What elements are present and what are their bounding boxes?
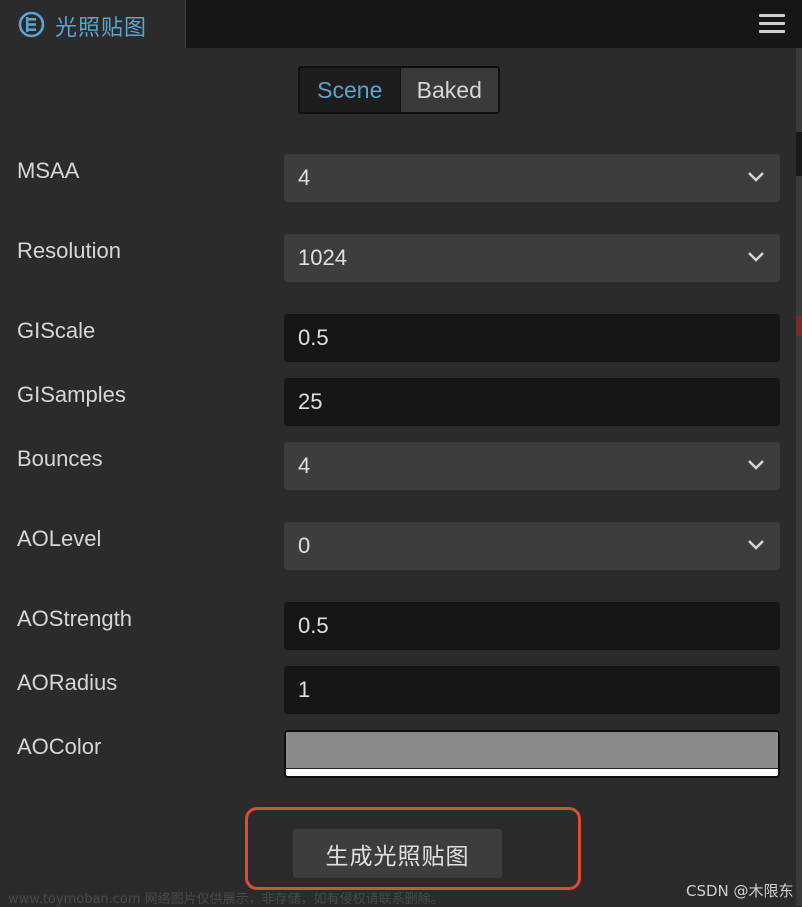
watermark-left: www.toymoban.com 网络图片仅供展示，非存储，如有侵权请联系删除。 — [8, 892, 444, 907]
gi-samples-value: 25 — [298, 389, 323, 414]
ao-level-label: AOLevel — [17, 526, 102, 551]
mode-baked-button[interactable]: Baked — [400, 68, 498, 112]
resolution-label: Resolution — [17, 238, 121, 263]
tab-bar-empty — [185, 0, 802, 48]
hamburger-menu-icon[interactable] — [759, 14, 785, 36]
resolution-select[interactable]: 1024 — [284, 234, 780, 282]
scrollbar[interactable] — [796, 48, 802, 906]
ao-color-picker[interactable] — [284, 730, 780, 778]
ao-strength-value: 0.5 — [298, 613, 329, 638]
ao-strength-input[interactable]: 0.5 — [284, 602, 780, 650]
lightmap-icon — [18, 11, 45, 38]
tab-title: 光照贴图 — [55, 16, 148, 41]
ao-radius-label: AORadius — [17, 670, 118, 695]
bounces-value: 4 — [298, 453, 311, 478]
gi-samples-input[interactable]: 25 — [284, 378, 780, 426]
generate-lightmap-button[interactable]: 生成光照贴图 — [293, 829, 502, 878]
ao-color-label: AOColor — [17, 734, 102, 759]
gi-samples-label: GISamples — [17, 382, 126, 407]
ao-strength-label: AOStrength — [17, 606, 132, 631]
ao-radius-input[interactable]: 1 — [284, 666, 780, 714]
chevron-down-icon — [748, 540, 764, 550]
bounces-select[interactable]: 4 — [284, 442, 780, 490]
chevron-down-icon — [748, 460, 764, 470]
msaa-label: MSAA — [17, 158, 80, 183]
ao-level-value: 0 — [298, 533, 311, 558]
bounces-label: Bounces — [17, 446, 103, 471]
gi-scale-label: GIScale — [17, 318, 96, 343]
msaa-value: 4 — [298, 165, 311, 190]
gi-scale-value: 0.5 — [298, 325, 329, 350]
gi-scale-input[interactable]: 0.5 — [284, 314, 780, 362]
msaa-select[interactable]: 4 — [284, 154, 780, 202]
mode-scene-button[interactable]: Scene — [300, 68, 401, 112]
tab-lightmap[interactable]: 光照贴图 — [0, 0, 185, 48]
chevron-down-icon — [748, 172, 764, 182]
resolution-value: 1024 — [298, 245, 347, 270]
chevron-down-icon — [748, 252, 764, 262]
ao-level-select[interactable]: 0 — [284, 522, 780, 570]
ao-radius-value: 1 — [298, 677, 311, 702]
panel-header: 光照贴图 — [0, 0, 802, 48]
watermark-right: CSDN @木限东 — [686, 882, 794, 900]
mode-toggle[interactable]: Scene Baked — [298, 66, 500, 114]
ao-color-swatch — [286, 732, 778, 769]
